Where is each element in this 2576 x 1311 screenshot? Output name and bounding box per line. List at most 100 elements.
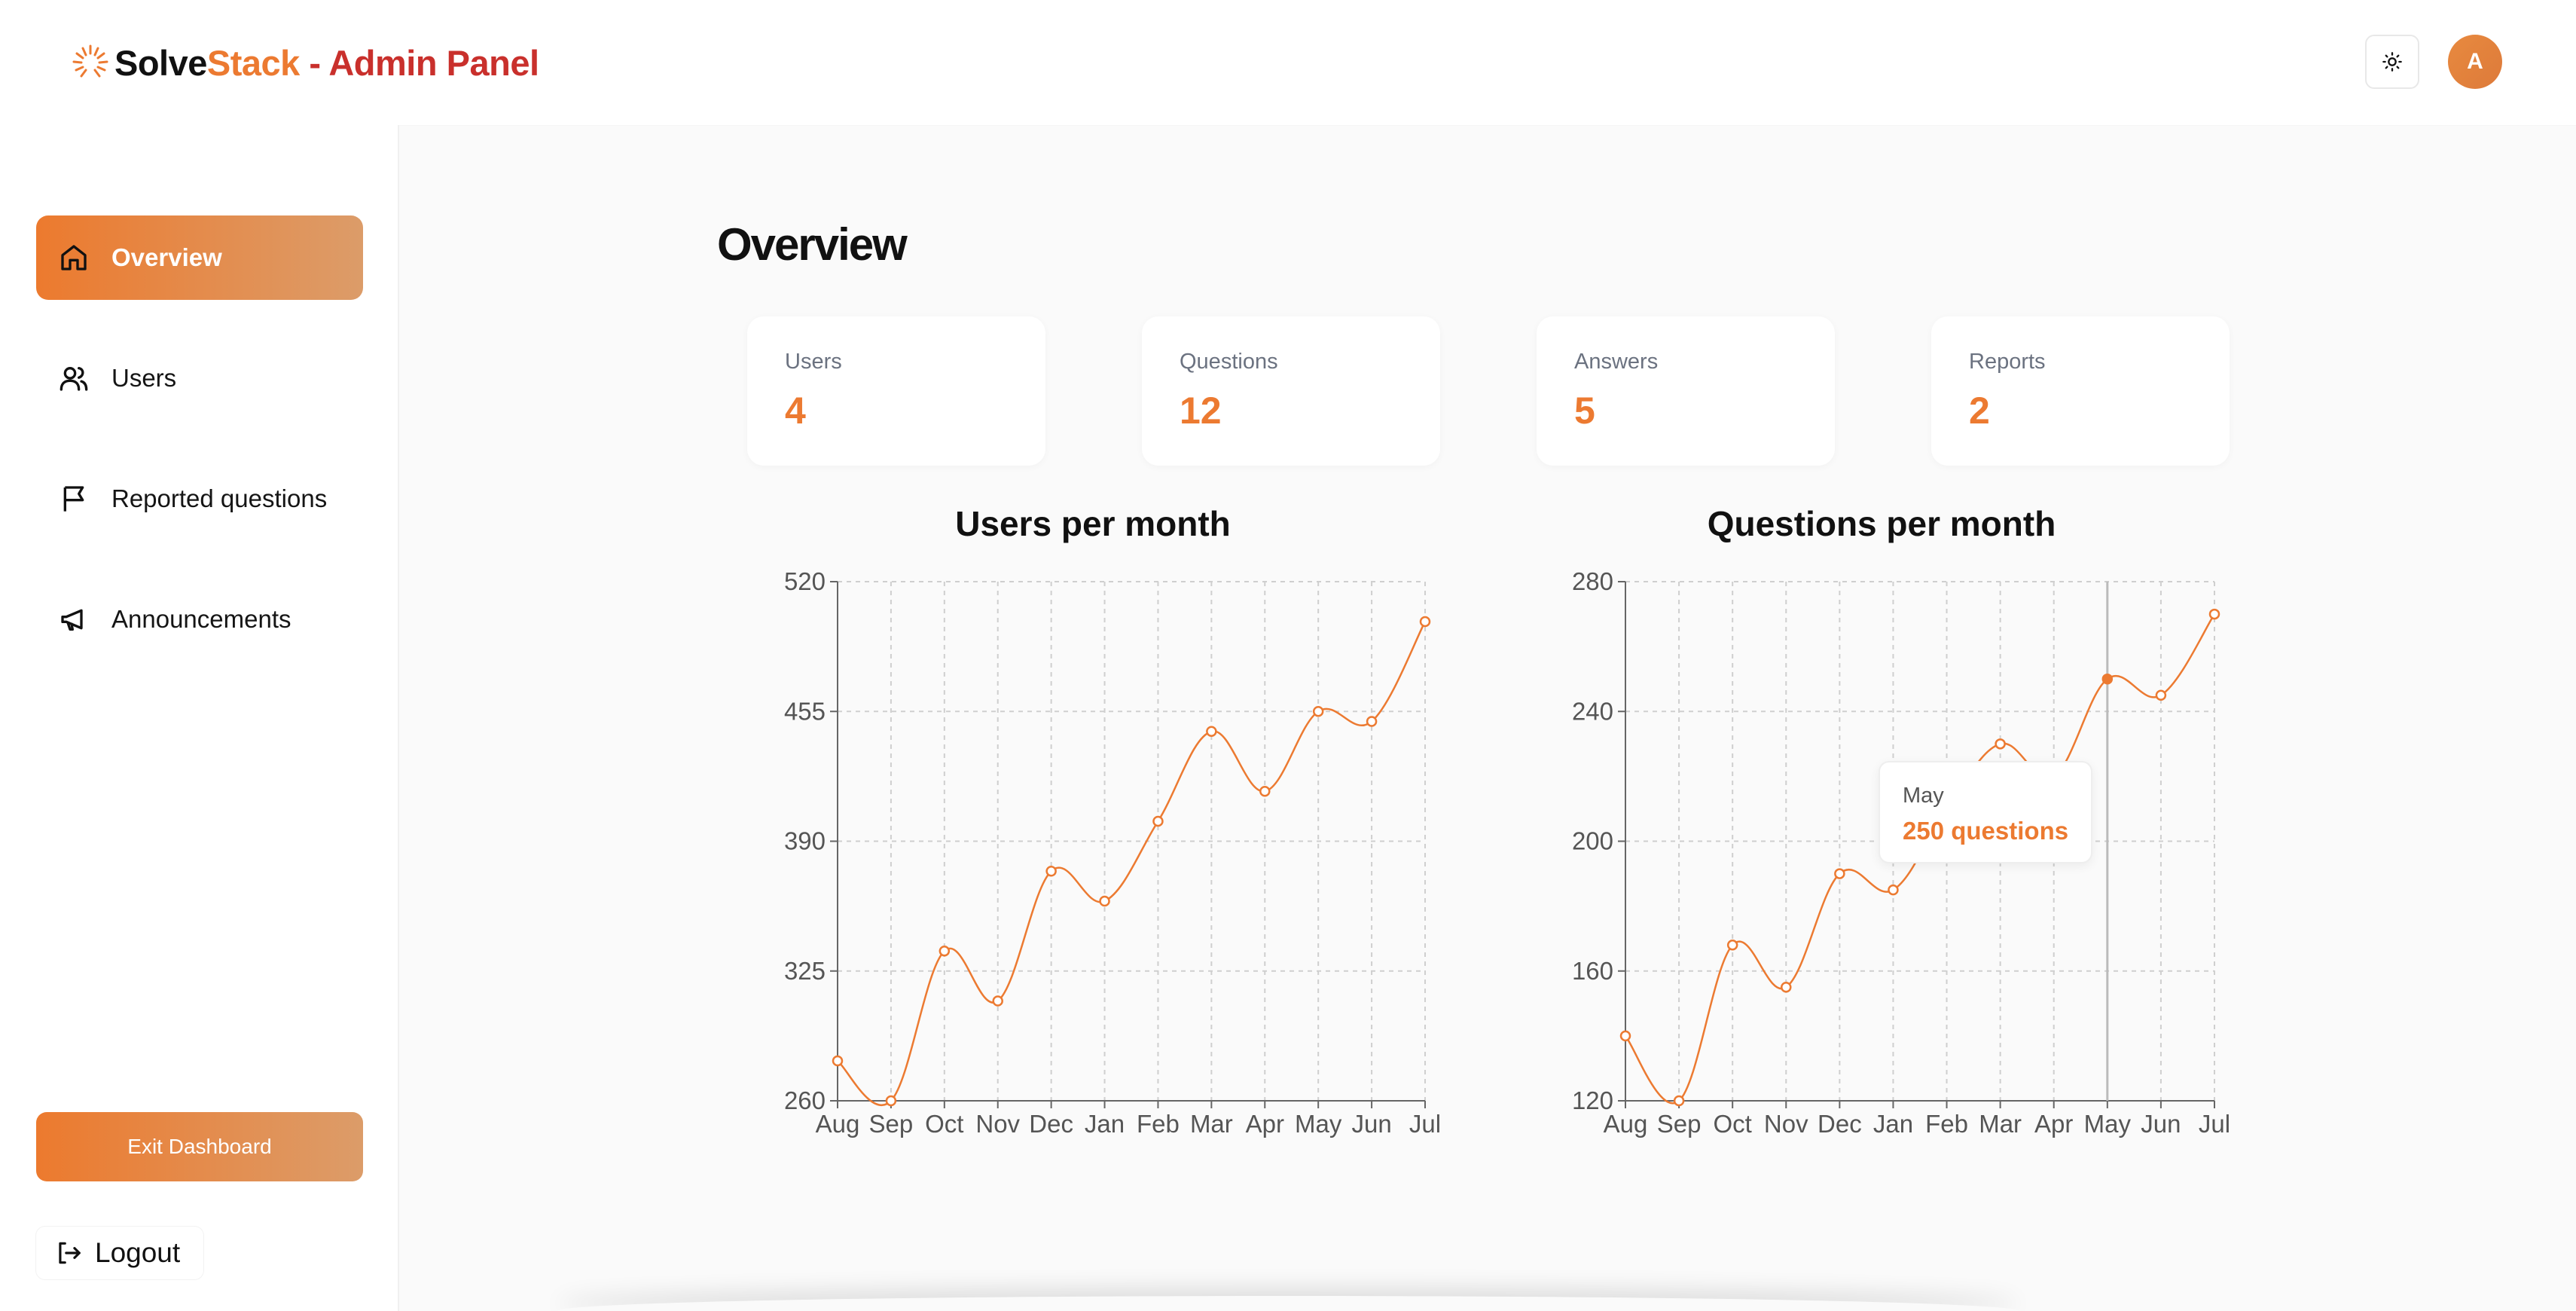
data-point: [1673, 1095, 1685, 1107]
stat-value: 12: [1180, 390, 1222, 432]
theme-toggle-button[interactable]: [2365, 35, 2419, 89]
sidebar-item-reported-questions[interactable]: Reported questions: [36, 457, 363, 541]
x-tick-label: Jul: [1409, 1110, 1441, 1138]
y-tick-label: 120: [1572, 1086, 1613, 1114]
series-line: [837, 621, 1427, 1107]
x-tick-label: May: [2084, 1110, 2132, 1138]
x-tick-label: Jul: [2199, 1110, 2230, 1138]
data-point: [1259, 786, 1271, 797]
data-point: [1726, 940, 1738, 951]
stat-label: Questions: [1180, 350, 1278, 374]
data-point: [1419, 616, 1431, 628]
x-tick-label: Sep: [1657, 1110, 1702, 1138]
sidebar-item-overview[interactable]: Overview: [36, 215, 363, 300]
tooltip-label: May: [1903, 784, 1944, 808]
y-tick-label: 390: [784, 827, 826, 855]
users-chart-title: Users per month: [955, 504, 1231, 543]
data-point: [1781, 982, 1792, 993]
stat-card-reports: Reports 2: [1931, 316, 2230, 466]
stat-label: Users: [785, 350, 842, 374]
y-tick-label: 520: [784, 567, 826, 595]
data-point: [992, 995, 1003, 1007]
data-point: [1366, 716, 1378, 727]
x-tick-label: Sep: [869, 1110, 914, 1138]
x-tick-label: Jan: [1085, 1110, 1125, 1138]
x-tick-label: Apr: [1246, 1110, 1284, 1138]
stat-card-users: Users 4: [747, 316, 1045, 466]
page-title: Overview: [717, 219, 908, 270]
x-tick-label: Jan: [1873, 1110, 1913, 1138]
x-tick-label: Aug: [816, 1110, 860, 1138]
data-point: [1888, 884, 1899, 896]
data-point: [1995, 738, 2006, 750]
x-tick-label: Dec: [1818, 1110, 1862, 1138]
data-point: [1312, 706, 1324, 717]
logout-icon: [59, 1242, 81, 1264]
y-tick-label: 200: [1572, 827, 1613, 855]
megaphone-icon: [61, 609, 83, 631]
x-tick-label: Jun: [1351, 1110, 1391, 1138]
stat-card-answers: Answers 5: [1537, 316, 1835, 466]
x-tick-label: Mar: [1979, 1110, 2022, 1138]
sidebar-item-announcements[interactable]: Announcements: [36, 577, 363, 662]
stat-value: 5: [1574, 390, 1595, 432]
stat-value: 4: [785, 390, 806, 432]
exit-dashboard-button[interactable]: Exit Dashboard: [36, 1112, 363, 1181]
questions-chart-title: Questions per month: [1707, 504, 2056, 543]
data-point: [1152, 815, 1164, 827]
users-icon: [60, 367, 88, 391]
x-tick-label: Feb: [1137, 1110, 1180, 1138]
user-avatar[interactable]: A: [2448, 35, 2502, 89]
app-title: SolveStack - Admin Panel: [114, 42, 539, 83]
active-data-point: [2101, 673, 2114, 685]
x-tick-label: Aug: [1604, 1110, 1648, 1138]
sidebar-item-users[interactable]: Users: [36, 336, 363, 420]
data-point: [1619, 1030, 1631, 1042]
data-point: [1834, 868, 1845, 879]
data-point: [885, 1095, 897, 1107]
top-header: SolveStack - Admin Panel A: [0, 0, 2576, 125]
sidebar-item-label: Reported questions: [111, 484, 328, 512]
sidebar-item-label: Users: [111, 364, 177, 392]
tooltip-value: 250 questions: [1903, 817, 2069, 845]
data-point: [2155, 689, 2167, 701]
logout-button[interactable]: Logout: [36, 1227, 203, 1279]
data-point: [1206, 726, 1217, 737]
x-tick-label: Nov: [1764, 1110, 1808, 1138]
x-tick-label: Oct: [925, 1110, 963, 1138]
stat-label: Reports: [1969, 350, 2046, 374]
x-tick-label: Mar: [1190, 1110, 1233, 1138]
logout-label: Logout: [95, 1237, 181, 1268]
data-point: [2208, 608, 2220, 620]
x-tick-label: Dec: [1029, 1110, 1073, 1138]
y-tick-label: 240: [1572, 697, 1613, 725]
y-tick-label: 260: [784, 1086, 826, 1114]
flag-icon: [63, 486, 84, 512]
bottom-panel-shadow: [557, 1296, 2019, 1311]
data-point: [1099, 895, 1110, 907]
stat-label: Answers: [1574, 350, 1659, 374]
data-point: [939, 946, 951, 957]
y-tick-label: 325: [784, 957, 826, 985]
sidebar: Overview Users Reported questions Announ…: [0, 125, 399, 1311]
sunburst-logo-icon: [72, 44, 108, 78]
data-point: [1045, 866, 1057, 877]
data-point: [832, 1055, 844, 1067]
chart-tooltip: May 250 questions: [1879, 761, 2092, 863]
x-tick-label: Feb: [1925, 1110, 1968, 1138]
y-tick-label: 455: [784, 697, 826, 725]
sidebar-item-label: Announcements: [111, 605, 291, 633]
line-chart-0: 260 325 390 455 520 Aug Sep Oct Nov Dec Jan Feb Mar A…: [784, 567, 1441, 1138]
stat-value: 2: [1969, 390, 1990, 432]
stat-card-questions: Questions 12: [1142, 316, 1440, 466]
x-tick-label: Apr: [2034, 1110, 2073, 1138]
sidebar-item-label: Overview: [111, 243, 222, 271]
x-tick-label: Jun: [2141, 1110, 2181, 1138]
home-icon: [61, 245, 87, 270]
x-tick-label: May: [1295, 1110, 1342, 1138]
sun-icon: [2382, 52, 2402, 72]
app-logo[interactable]: SolveStack - Admin Panel: [69, 38, 539, 87]
y-tick-label: 160: [1572, 957, 1613, 985]
x-tick-label: Nov: [975, 1110, 1020, 1138]
y-tick-label: 280: [1572, 567, 1613, 595]
